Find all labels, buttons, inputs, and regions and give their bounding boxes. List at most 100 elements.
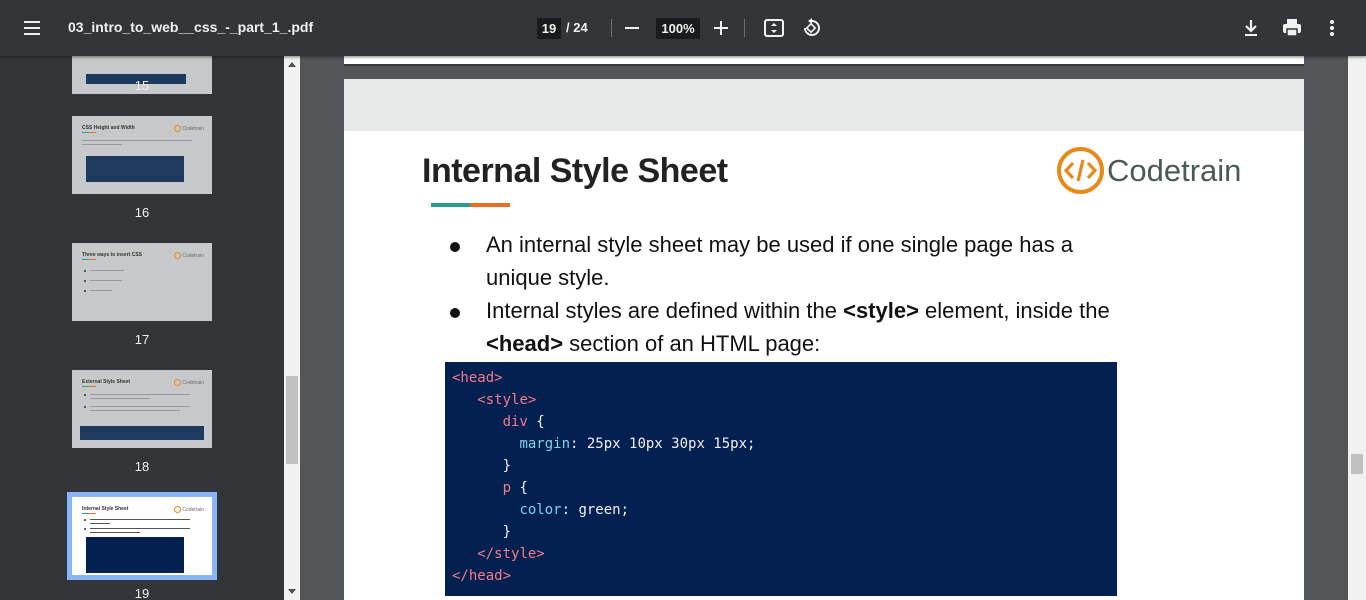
main-scrollbar[interactable] xyxy=(1348,56,1366,600)
thumbnail-accent-bar xyxy=(82,386,96,387)
thumbnail-label: 17 xyxy=(134,332,150,347)
code-line: } xyxy=(452,455,1110,477)
thumbnail-code-block xyxy=(86,537,184,573)
codetrain-logo-text: Codetrain xyxy=(1107,153,1242,188)
sidebar-scroll-thumb[interactable] xyxy=(286,376,298,464)
slide-header-band xyxy=(344,79,1304,131)
thumbnail-bullet xyxy=(84,528,86,530)
bullet-item: Internal styles are defined within the <… xyxy=(444,295,1144,360)
code-line: </style> xyxy=(452,543,1110,565)
code-token: } xyxy=(502,524,512,540)
code-token: } xyxy=(502,458,512,474)
thumbnail-label: 15 xyxy=(134,78,150,93)
sidebar-scrollbar[interactable] xyxy=(284,56,300,600)
thumbnail-text-line xyxy=(82,140,192,141)
toolbar-divider xyxy=(611,19,612,37)
rotate-icon[interactable] xyxy=(800,17,822,39)
codetrain-logo-icon xyxy=(1057,147,1104,194)
bullet-text: section of an HTML page: xyxy=(563,330,821,356)
thumbnail-title: External Style Sheet xyxy=(82,379,131,385)
scroll-down-icon[interactable] xyxy=(288,589,296,594)
more-vert-icon[interactable] xyxy=(1321,17,1343,39)
thumbnail-page-16[interactable]: CSS Height and Width Codetrain xyxy=(72,116,212,194)
code-brackets-icon xyxy=(1063,159,1098,182)
thumbnail-logo: Codetrain xyxy=(174,252,204,259)
code-token: p xyxy=(502,480,512,496)
bullet-text: Internal styles are defined within the xyxy=(486,298,844,323)
document-viewer: Internal Style Sheet Codetrain An intern… xyxy=(300,56,1348,600)
code-snippet: <head> <style> div { margin: 25px 10px 3… xyxy=(445,362,1117,596)
page-number-input[interactable]: 19 xyxy=(537,18,561,39)
thumbnail-logo: Codetrain xyxy=(174,506,204,513)
thumbnail-code-block xyxy=(86,156,184,182)
zoom-out-icon[interactable] xyxy=(625,27,639,29)
code-token: margin xyxy=(519,436,571,452)
thumbnail-text-line xyxy=(90,523,110,524)
thumbnail-text-line xyxy=(90,528,190,529)
code-line: p { xyxy=(452,477,1110,499)
code-token: </style> xyxy=(477,546,545,562)
code-line: </head> xyxy=(452,565,1110,587)
thumbnail-page-17[interactable]: Three ways to insert CSS Codetrain xyxy=(72,243,212,321)
thumbnail-text-line xyxy=(90,270,124,271)
thumbnail-accent-bar xyxy=(82,513,96,514)
thumbnail-text-line xyxy=(82,144,122,145)
thumbnail-text-line xyxy=(90,398,150,399)
thumbnail-title: Internal Style Sheet xyxy=(82,506,129,512)
zoom-level-input[interactable]: 100% xyxy=(656,18,700,39)
thumbnail-text-line xyxy=(90,532,140,533)
scroll-up-icon[interactable] xyxy=(288,62,296,67)
thumbnail-logo: Codetrain xyxy=(174,379,204,386)
code-token: { xyxy=(527,414,545,430)
bullet-text: An internal style sheet may be used if o… xyxy=(486,232,1074,290)
thumbnail-bullet xyxy=(84,280,86,282)
thumbnail-text-line xyxy=(90,519,190,520)
code-token: <style> xyxy=(477,392,537,408)
code-token: { xyxy=(511,480,528,496)
thumbnail-page-19[interactable]: Internal Style Sheet Codetrain xyxy=(67,492,217,580)
code-line: color: green; xyxy=(452,499,1110,521)
toolbar-divider xyxy=(744,19,745,37)
download-icon[interactable] xyxy=(1240,17,1262,39)
code-token: div xyxy=(502,414,528,430)
pdf-toolbar: 03_intro_to_web__css_-_part_1_.pdf 19 / … xyxy=(0,0,1366,56)
code-line: div { xyxy=(452,411,1110,433)
thumbnail-bullet xyxy=(84,290,86,292)
code-token: : 25px 10px 30px 15px; xyxy=(570,436,756,452)
code-line: <style> xyxy=(452,389,1110,411)
codetrain-logo: Codetrain xyxy=(1057,145,1257,199)
thumbnail-bullet xyxy=(84,270,86,272)
title-accent-bar xyxy=(431,203,510,207)
bullet-code-term: <head> xyxy=(486,330,564,356)
thumbnail-text-line xyxy=(90,394,190,395)
code-token: : green; xyxy=(561,502,630,518)
fit-page-icon[interactable] xyxy=(763,17,785,39)
page-total: / 24 xyxy=(566,20,588,35)
thumbnail-label: 18 xyxy=(134,459,150,474)
thumbnail-page-18[interactable]: External Style Sheet Codetrain xyxy=(72,370,212,448)
thumbnail-title: CSS Height and Width xyxy=(82,125,135,131)
thumbnail-label: 16 xyxy=(134,205,150,220)
thumbnail-text-line xyxy=(90,290,112,291)
main-scroll-thumb[interactable] xyxy=(1351,454,1363,474)
thumbnail-bullet xyxy=(84,519,86,521)
bullet-code-term: <style> xyxy=(843,298,919,323)
thumbnail-bullet xyxy=(84,406,86,408)
bullet-list: An internal style sheet may be used if o… xyxy=(444,229,1144,361)
thumbnail-text-line xyxy=(90,280,122,281)
thumbnail-accent-bar xyxy=(82,132,96,133)
previous-page-edge xyxy=(344,56,1304,66)
menu-icon[interactable] xyxy=(22,18,44,38)
document-title: 03_intro_to_web__css_-_part_1_.pdf xyxy=(68,19,314,35)
thumbnail-text-line xyxy=(90,410,180,411)
bullet-text: element, inside the xyxy=(918,298,1110,323)
code-token: <head> xyxy=(452,370,503,386)
zoom-in-icon[interactable] xyxy=(714,21,728,35)
code-token: </head> xyxy=(452,568,512,584)
pdf-page: Internal Style Sheet Codetrain An intern… xyxy=(344,79,1304,600)
code-line: <head> xyxy=(452,367,1110,389)
code-line: } xyxy=(452,521,1110,543)
bullet-item: An internal style sheet may be used if o… xyxy=(444,229,1144,294)
thumbnail-bullet xyxy=(84,394,86,396)
print-icon[interactable] xyxy=(1281,17,1303,39)
